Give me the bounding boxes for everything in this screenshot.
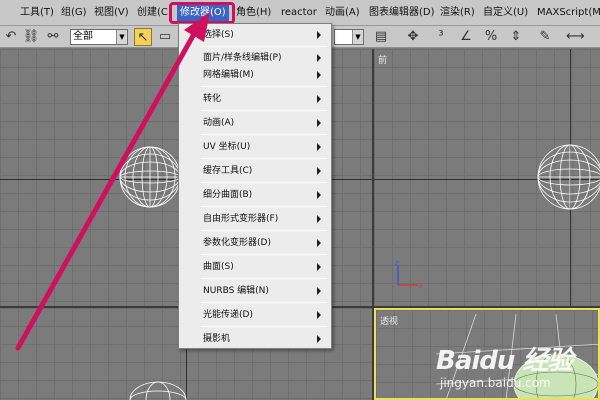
watermark-url: jingyan.baidu.com [440,376,551,390]
watermark-brand: Baidu 经验 [436,346,573,376]
baidu-watermark: Baidu 经验 jingyan.baidu.com [436,340,598,398]
